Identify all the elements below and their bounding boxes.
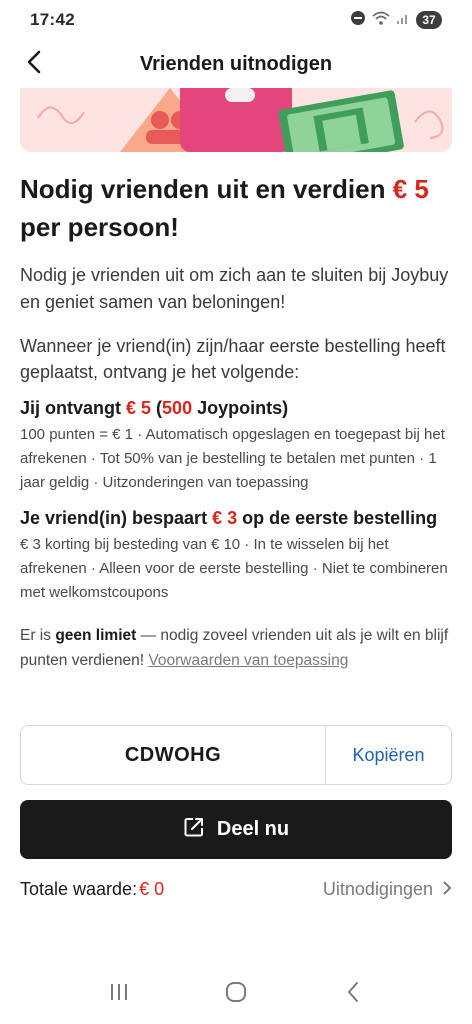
friend-saves-suffix: op de eerste bestelling: [237, 508, 438, 528]
recent-apps-button[interactable]: [99, 975, 139, 1015]
heading-text-end: per persoon!: [20, 212, 179, 242]
promo-banner: [20, 88, 452, 152]
invite-code-box: CDWOHG Kopiëren: [20, 725, 452, 785]
you-receive-prefix: Jij ontvangt: [20, 398, 127, 418]
invites-label: Uitnodigingen: [322, 878, 433, 899]
heading-amount: € 5: [392, 174, 429, 204]
heading-text: Nodig vrienden uit en verdien: [20, 174, 393, 204]
friend-saves-prefix: Je vriend(in) bespaart: [20, 508, 213, 528]
main-heading: Nodig vrienden uit en verdien € 5 per pe…: [20, 170, 452, 246]
you-receive-points: 500: [162, 398, 193, 418]
page-title: Vrienden uitnodigen: [139, 52, 333, 75]
limit-text: Er is geen limiet — nodig zoveel vriende…: [20, 623, 452, 673]
you-receive-detail: 100 punten = € 1 · Automatisch opgeslage…: [20, 426, 445, 491]
when-text: Wanneer je vriend(in) zijn/haar eerste b…: [20, 336, 446, 382]
status-time: 17:42: [30, 10, 75, 29]
home-button[interactable]: [216, 975, 256, 1015]
do-not-disturb-icon: [350, 10, 366, 31]
terms-link[interactable]: Voorwaarden van toepassing: [148, 652, 348, 669]
system-nav-bar: [0, 965, 472, 1024]
back-button[interactable]: [18, 48, 50, 80]
you-receive-amount: € 5: [126, 398, 152, 418]
totals-row: Totale waarde: € 0 Uitnodigingen: [20, 875, 452, 903]
chevron-right-icon: [443, 879, 452, 900]
share-button[interactable]: Deel nu: [20, 800, 452, 859]
friend-saves-amount: € 3: [212, 508, 238, 528]
invites-link[interactable]: Uitnodigingen: [323, 879, 452, 900]
you-receive-suffix: Joypoints): [192, 398, 289, 418]
wifi-icon: [372, 10, 390, 31]
total-amount: € 0: [139, 878, 165, 899]
status-icons: 37: [350, 10, 442, 31]
total-value: Totale waarde: € 0: [20, 879, 164, 900]
friend-saves-title: Je vriend(in) bespaart € 3 op de eerste …: [20, 505, 452, 531]
banner-illustration: [37, 88, 444, 152]
content: Nodig vrienden uit en verdien € 5 per pe…: [20, 170, 452, 673]
share-label: Deel nu: [216, 818, 290, 840]
limit-bold: geen limiet: [55, 627, 137, 644]
screen: 17:42 37 Vrienden uitnodigen Nodig vrien…: [0, 0, 472, 1024]
limit-prefix: Er is: [20, 627, 56, 644]
battery-indicator: 37: [416, 11, 442, 29]
you-receive-title: Jij ontvangt € 5 (500 Joypoints): [20, 395, 452, 421]
invite-code: CDWOHG: [21, 726, 326, 784]
total-label: Totale waarde:: [20, 878, 138, 899]
home-icon: [224, 980, 248, 1009]
chevron-left-icon: [26, 50, 42, 79]
nav-back-button[interactable]: [333, 975, 373, 1015]
app-header: Vrienden uitnodigen: [0, 40, 472, 88]
intro-text: Nodig je vrienden uit om zich aan te slu…: [20, 265, 449, 312]
you-receive-paren: (: [151, 398, 163, 418]
status-bar: 17:42 37: [0, 0, 472, 40]
copy-button[interactable]: Kopiëren: [326, 726, 451, 784]
friend-saves-detail: € 3 korting bij besteding van € 10 · In …: [20, 536, 448, 601]
signal-icon: [396, 11, 410, 30]
external-share-icon: [183, 816, 205, 843]
nav-back-icon: [346, 981, 360, 1008]
recent-apps-icon: [108, 982, 130, 1007]
